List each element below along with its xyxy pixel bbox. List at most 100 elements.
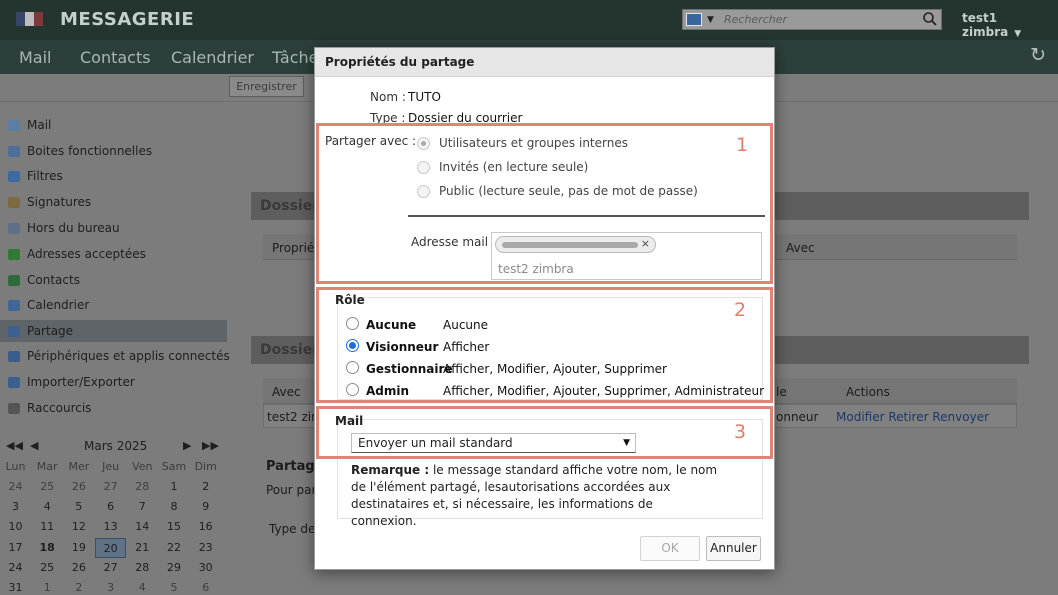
- mini-calendar-day[interactable]: 14: [127, 517, 158, 537]
- sidebar-item-sharing[interactable]: Partage: [0, 320, 227, 342]
- mini-calendar-day[interactable]: 19: [63, 538, 94, 558]
- refresh-icon[interactable]: ↻: [1030, 44, 1046, 66]
- mini-calendar-day[interactable]: 26: [63, 477, 94, 497]
- sidebar-item-label: Calendrier: [27, 298, 90, 312]
- annotation-box-2: [316, 287, 773, 403]
- mini-calendar-day[interactable]: 7: [127, 497, 158, 517]
- tab-contacts[interactable]: Contacts: [80, 48, 151, 67]
- mini-calendar-day[interactable]: 29: [159, 558, 190, 578]
- share-icon: [8, 326, 20, 337]
- mini-calendar-day[interactable]: 2: [63, 578, 94, 595]
- search-scope-calendar-icon[interactable]: [686, 13, 702, 26]
- mini-calendar-day[interactable]: 17: [0, 538, 31, 558]
- sidebar-item-label: Mail: [27, 118, 52, 132]
- search-box[interactable]: ▼ Rechercher: [682, 9, 942, 30]
- app-brand: MESSAGERIE: [60, 9, 195, 30]
- mini-calendar-day[interactable]: 28: [127, 558, 158, 578]
- next-month-icon[interactable]: ▶: [183, 439, 191, 452]
- mini-calendar-day[interactable]: 1: [159, 477, 190, 497]
- user-caret-icon: ▼: [1014, 29, 1022, 39]
- mini-calendar-day[interactable]: 3: [0, 497, 31, 517]
- next-year-icon[interactable]: ▶▶: [202, 439, 219, 452]
- panel-title: Dossier: [260, 342, 320, 358]
- mini-calendar-day[interactable]: 18: [32, 538, 63, 558]
- sidebar-item-accepted-addresses[interactable]: Adresses acceptées: [0, 243, 227, 265]
- mini-calendar-day[interactable]: 10: [0, 517, 31, 537]
- chevron-down-icon[interactable]: ▼: [707, 15, 714, 25]
- search-icon[interactable]: [922, 11, 938, 27]
- devices-icon: [8, 351, 20, 362]
- sidebar-item-functional-mailboxes[interactable]: Boites fonctionnelles: [0, 140, 227, 162]
- mini-calendar-day[interactable]: 31: [0, 578, 31, 595]
- cancel-button[interactable]: Annuler: [706, 536, 761, 561]
- mini-calendar-day[interactable]: 13: [95, 517, 126, 537]
- mini-calendar-day[interactable]: 5: [159, 578, 190, 595]
- mini-calendar-dayname: Ven: [132, 460, 153, 473]
- sidebar-item-calendar[interactable]: Calendrier: [0, 294, 227, 316]
- sidebar-item-mail[interactable]: Mail: [0, 114, 227, 136]
- mini-calendar-day[interactable]: 11: [32, 517, 63, 537]
- mini-calendar-day[interactable]: 27: [95, 558, 126, 578]
- mini-calendar-day[interactable]: 15: [159, 517, 190, 537]
- sidebar-item-devices[interactable]: Périphériques et applis connectés: [0, 345, 230, 367]
- mini-calendar-day[interactable]: 20: [95, 537, 127, 558]
- mini-calendar-day[interactable]: 21: [127, 538, 158, 558]
- annotation-number-2: 2: [734, 299, 747, 321]
- mini-calendar-day[interactable]: 27: [95, 477, 126, 497]
- sidebar-item-out-of-office[interactable]: Hors du bureau: [0, 217, 227, 239]
- mini-calendar-day[interactable]: 4: [32, 497, 63, 517]
- sidebar-item-filters[interactable]: Filtres: [0, 165, 227, 187]
- sidebar-item-label: Partage: [27, 324, 74, 338]
- mini-calendar-day[interactable]: 9: [190, 497, 221, 517]
- sidebar-item-label: Filtres: [27, 169, 63, 183]
- mini-calendar-day[interactable]: 12: [63, 517, 94, 537]
- sidebar-item-label: Contacts: [27, 273, 80, 287]
- filter-icon: [8, 171, 20, 182]
- mini-calendar-dayname: Jeu: [102, 460, 120, 473]
- mini-calendar-day[interactable]: 26: [63, 558, 94, 578]
- column-header-with: Avec: [272, 385, 301, 399]
- mini-calendar-day[interactable]: 6: [95, 497, 126, 517]
- mini-calendar-day[interactable]: 24: [0, 558, 31, 578]
- mini-calendar-day[interactable]: 4: [127, 578, 158, 595]
- mini-calendar-day[interactable]: 22: [159, 538, 190, 558]
- sidebar-item-signatures[interactable]: Signatures: [0, 191, 227, 213]
- shortcuts-icon: [8, 403, 20, 414]
- mini-calendar-dayname: Lun: [5, 460, 26, 473]
- save-button[interactable]: Enregistrer: [229, 76, 304, 97]
- search-input[interactable]: Rechercher: [724, 13, 787, 26]
- mini-calendar-day[interactable]: 25: [32, 477, 63, 497]
- mini-calendar-day[interactable]: 6: [190, 578, 221, 595]
- sidebar-item-label: Boites fonctionnelles: [27, 144, 153, 158]
- mini-calendar-day[interactable]: 1: [32, 578, 63, 595]
- ok-button[interactable]: OK: [640, 536, 700, 561]
- partage-description: Pour part: [266, 483, 322, 497]
- sidebar-item-shortcuts[interactable]: Raccourcis: [0, 397, 227, 419]
- panel-title: Dossier: [260, 198, 320, 214]
- mini-calendar-day[interactable]: 3: [95, 578, 126, 595]
- user-menu[interactable]: test1 zimbra ▼: [962, 11, 1058, 39]
- top-bar: MESSAGERIE ▼ Rechercher test1 zimbra ▼: [0, 0, 1058, 40]
- tab-mail[interactable]: Mail: [19, 48, 52, 67]
- user-name: test1 zimbra: [962, 11, 1009, 39]
- mini-calendar-day[interactable]: 28: [127, 477, 158, 497]
- mini-calendar-day[interactable]: 16: [190, 517, 221, 537]
- tab-calendar[interactable]: Calendrier: [171, 48, 254, 67]
- mini-calendar-day[interactable]: 8: [159, 497, 190, 517]
- mini-calendar-day[interactable]: 24: [0, 477, 31, 497]
- mini-calendar-day[interactable]: 2: [190, 477, 221, 497]
- prev-year-icon[interactable]: ◀◀: [6, 439, 23, 452]
- mail-icon: [8, 120, 20, 131]
- sidebar-item-contacts[interactable]: Contacts: [0, 269, 227, 291]
- share-actions-links[interactable]: Modifier Retirer Renvoyer: [836, 410, 989, 424]
- sidebar-item-import-export[interactable]: Importer/Exporter: [0, 371, 227, 393]
- mini-calendar-day[interactable]: 23: [190, 538, 221, 558]
- mini-calendar-day[interactable]: 5: [63, 497, 94, 517]
- mini-calendar-day[interactable]: 25: [32, 558, 63, 578]
- mini-calendar-day[interactable]: 30: [190, 558, 221, 578]
- prev-month-icon[interactable]: ◀: [30, 439, 38, 452]
- sidebar-item-label: Raccourcis: [27, 401, 92, 415]
- annotation-box-1: [316, 123, 773, 284]
- name-label: Nom :: [370, 90, 406, 104]
- annotation-box-3: [316, 406, 773, 459]
